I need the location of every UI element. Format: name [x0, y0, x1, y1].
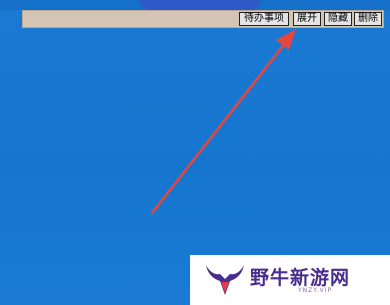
watermark-title: 野牛新游网	[250, 267, 351, 289]
watermark: 野牛新游网 YNZY.VIP	[190, 255, 390, 305]
bull-logo-icon	[206, 265, 244, 295]
watermark-url: YNZY.VIP	[298, 287, 333, 294]
